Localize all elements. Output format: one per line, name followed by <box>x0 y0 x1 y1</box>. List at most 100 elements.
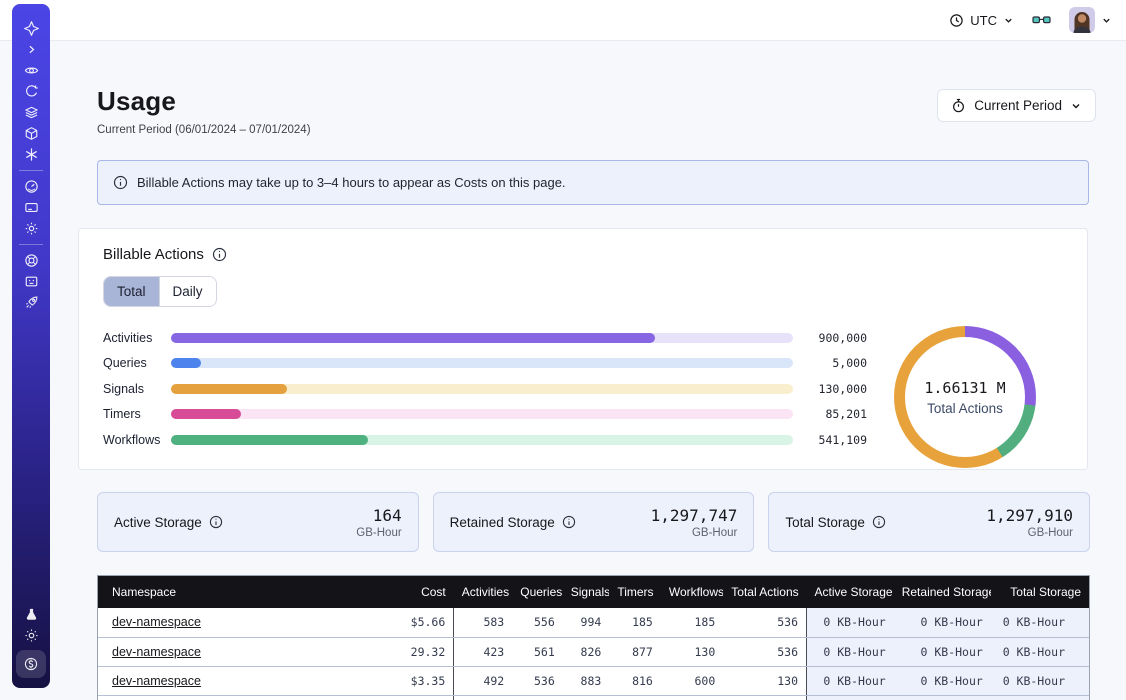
active-storage-value: 164 <box>356 506 401 525</box>
chevron-down-icon <box>1101 15 1112 26</box>
gauge-icon <box>24 179 39 194</box>
active-storage-unit: GB-Hour <box>356 527 401 539</box>
table-header-row: Namespace Cost Activities Queries Signal… <box>98 576 1089 608</box>
credit-card-icon <box>24 200 39 215</box>
sidebar-item-console[interactable] <box>12 271 50 292</box>
cell-signals: 826 <box>563 637 610 666</box>
cell-activities <box>454 695 512 700</box>
tab-daily[interactable]: Daily <box>159 277 216 306</box>
chevron-right-icon <box>25 43 38 56</box>
sidebar-item-settings[interactable] <box>12 218 50 239</box>
cell-timers: 816 <box>609 666 661 695</box>
sidebar-divider <box>19 244 43 245</box>
bar-label: Workflows <box>103 433 171 447</box>
col-active-storage: Active Storage <box>807 576 894 608</box>
sidebar-item-deployments[interactable] <box>12 102 50 123</box>
table-row: dev-namespace $5.66 583 556 994 185 185 … <box>98 608 1089 637</box>
cell-activities: 423 <box>454 637 512 666</box>
bar-value: 85,201 <box>809 407 867 421</box>
namespace-link[interactable]: dev-namespace <box>112 645 201 659</box>
cell-retained-storage <box>894 695 991 700</box>
namespace-link[interactable]: dev-namespace <box>112 674 201 688</box>
bar-track <box>171 358 793 368</box>
timezone-selector[interactable]: UTC <box>949 13 1014 28</box>
retained-storage-label: Retained Storage <box>450 515 555 530</box>
info-icon[interactable] <box>209 515 223 529</box>
period-select-button[interactable]: Current Period <box>937 89 1096 122</box>
sidebar-item-billing[interactable] <box>12 197 50 218</box>
sidebar-item-namespaces[interactable] <box>12 60 50 81</box>
cell-retained-storage: 0 KB-Hour <box>894 666 991 695</box>
sidebar-item-schedules[interactable] <box>12 81 50 102</box>
sidebar-item-packages[interactable] <box>12 123 50 144</box>
total-storage-card: Total Storage 1,297,910 GB-Hour <box>768 492 1090 552</box>
namespace-usage-table: Namespace Cost Activities Queries Signal… <box>97 575 1090 700</box>
cell-total-actions: 130 <box>723 666 806 695</box>
cell-timers: 877 <box>609 637 661 666</box>
sidebar-item-nexus[interactable] <box>12 144 50 165</box>
bar-fill <box>171 333 655 343</box>
info-icon[interactable] <box>212 247 227 262</box>
cell-workflows: 185 <box>661 608 723 637</box>
total-storage-unit: GB-Hour <box>986 527 1073 539</box>
cell-cost: 29.32 <box>361 637 454 666</box>
col-timers: Timers <box>609 576 661 608</box>
bar-value: 5,000 <box>809 356 867 370</box>
col-total-storage: Total Storage <box>991 576 1089 608</box>
bar-label: Signals <box>103 382 171 396</box>
sidebar-item-theme[interactable] <box>12 625 50 646</box>
lifebuoy-icon <box>24 253 39 268</box>
info-icon[interactable] <box>562 515 576 529</box>
sidebar-item-support[interactable] <box>12 250 50 271</box>
cell-total-actions: 536 <box>723 637 806 666</box>
cell-queries: 561 <box>512 637 563 666</box>
cell-active-storage <box>807 695 894 700</box>
sidebar-item-getting-started[interactable] <box>12 292 50 313</box>
temporal-logo-icon <box>23 20 40 37</box>
top-bar: UTC <box>0 0 1126 41</box>
billable-actions-card: Billable Actions Total Daily Activities … <box>78 228 1088 470</box>
cell-activities: 492 <box>454 666 512 695</box>
cell-total-storage: 0 KB-Hour <box>991 666 1089 695</box>
sidebar-nav <box>12 4 50 688</box>
bar-label: Queries <box>103 356 171 370</box>
bar-fill <box>171 384 287 394</box>
cell-active-storage: 0 KB-Hour <box>807 637 894 666</box>
cell-total-actions: 536 <box>723 608 806 637</box>
sun-icon <box>24 628 39 643</box>
cell-signals: 883 <box>563 666 610 695</box>
cell-cost: $3.35 <box>361 666 454 695</box>
table-row: dev-namespace 29.32 423 561 826 877 130 … <box>98 637 1089 666</box>
cell-workflows: 130 <box>661 637 723 666</box>
sidebar-item-collapse[interactable] <box>12 39 50 60</box>
bar-track <box>171 384 793 394</box>
bar-row-activities: Activities 900,000 <box>103 325 867 351</box>
cell-queries: 556 <box>512 608 563 637</box>
cell-activities: 583 <box>454 608 512 637</box>
billable-actions-chart: Activities 900,000 Queries 5,000 Signals… <box>103 323 1063 468</box>
feedback-glasses-button[interactable] <box>1032 13 1051 27</box>
retained-storage-unit: GB-Hour <box>651 527 738 539</box>
rocket-icon <box>24 295 39 310</box>
clock-icon <box>949 13 964 28</box>
total-storage-label: Total Storage <box>785 515 865 530</box>
info-banner: Billable Actions may take up to 3–4 hour… <box>97 160 1089 205</box>
bar-value: 130,000 <box>809 382 867 396</box>
cell-queries <box>512 695 563 700</box>
namespace-link[interactable]: dev-namespace <box>112 615 201 629</box>
bar-row-queries: Queries 5,000 <box>103 351 867 377</box>
sidebar-item-credits[interactable] <box>16 650 46 678</box>
sidebar-item-labs[interactable] <box>12 604 50 625</box>
cell-timers <box>609 695 661 700</box>
info-icon[interactable] <box>872 515 886 529</box>
page-subtitle: Current Period (06/01/2024 – 07/01/2024) <box>97 124 311 136</box>
info-banner-text: Billable Actions may take up to 3–4 hour… <box>137 175 566 190</box>
sidebar-item-home[interactable] <box>12 18 50 39</box>
tab-total[interactable]: Total <box>104 277 159 306</box>
cell-total-actions <box>723 695 806 700</box>
user-menu[interactable] <box>1069 7 1112 33</box>
total-actions-value: 1.66131 M <box>924 379 1005 397</box>
cell-timers: 185 <box>609 608 661 637</box>
sidebar-item-usage[interactable] <box>12 176 50 197</box>
flask-icon <box>24 607 39 622</box>
